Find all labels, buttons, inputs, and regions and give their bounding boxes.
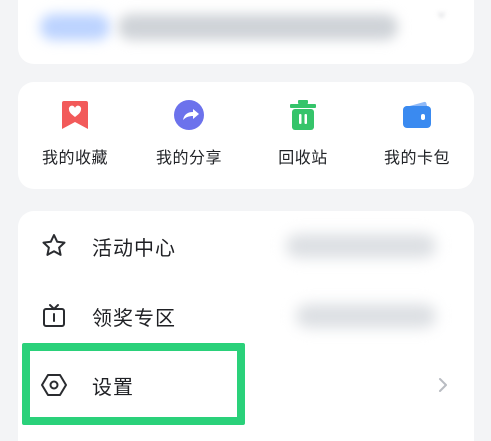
shortcut-card-wallet[interactable]: 我的卡包: [360, 82, 474, 189]
menu-item-label: 领奖专区: [92, 305, 176, 330]
wallet-icon: [403, 101, 431, 128]
menu-list: 活动中心 领奖专区 设置: [18, 211, 474, 441]
shortcut-recycle-bin[interactable]: 回收站: [246, 82, 360, 189]
menu-item-activity-center[interactable]: 活动中心: [18, 211, 474, 281]
row-detail-blurred: [286, 234, 436, 258]
tv-gift-icon: [43, 304, 65, 327]
chevron-down-icon: ˅: [436, 11, 447, 36]
trash-icon: [290, 100, 316, 130]
chevron-right-icon: [439, 378, 447, 392]
shortcut-label: 我的收藏: [41, 148, 108, 167]
account-badge-blurred: [40, 14, 110, 40]
shortcuts-card: 我的收藏 我的分享 回收站 我的卡包: [18, 82, 474, 189]
account-info-blurred: [118, 14, 398, 40]
menu-item-reward-zone[interactable]: 领奖专区: [18, 281, 474, 351]
share-icon: [174, 100, 204, 130]
bookmark-heart-icon: [62, 101, 88, 129]
shortcut-favorites[interactable]: 我的收藏: [18, 82, 132, 189]
row-detail-blurred: [296, 304, 436, 328]
settings-hexagon-icon: [41, 374, 67, 396]
shortcut-label: 我的卡包: [383, 148, 450, 167]
star-icon: [42, 234, 66, 256]
account-card[interactable]: ˅: [18, 0, 474, 64]
shortcut-label: 回收站: [278, 148, 328, 167]
menu-item-label: 活动中心: [92, 235, 176, 260]
shortcut-shares[interactable]: 我的分享: [132, 82, 246, 189]
menu-item-settings[interactable]: 设置: [18, 350, 474, 420]
menu-item-label: 设置: [92, 374, 134, 399]
shortcut-label: 我的分享: [155, 148, 222, 167]
